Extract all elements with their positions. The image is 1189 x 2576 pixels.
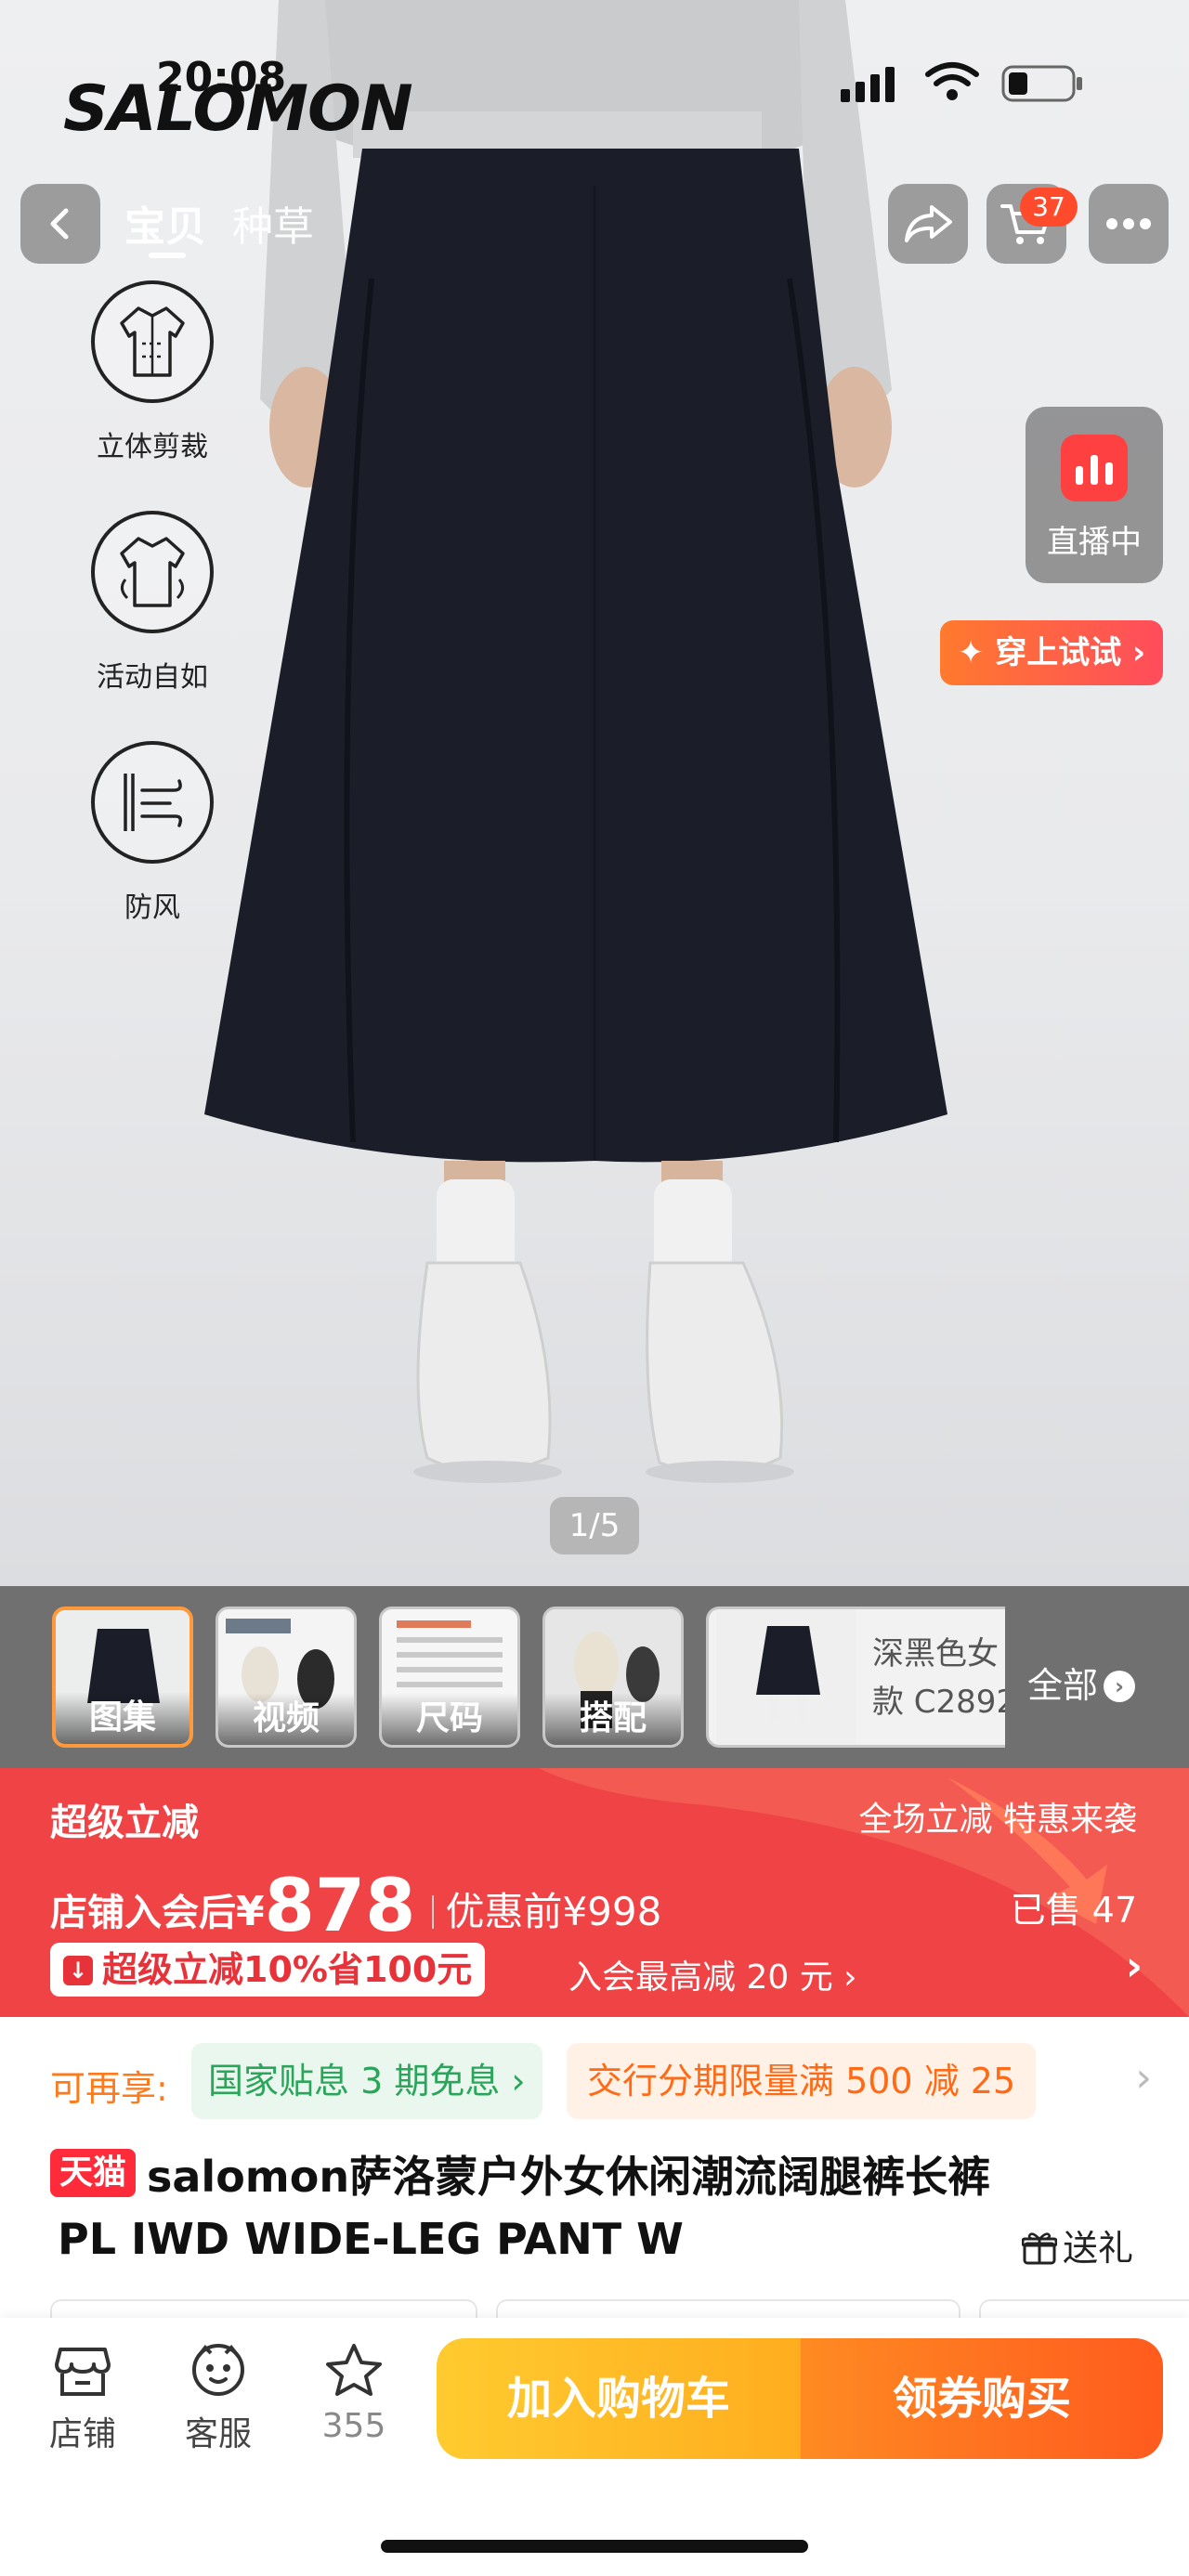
store-label: 店铺 <box>48 2415 116 2453</box>
variant-text: 深黑色女 款 C2892 <box>872 1630 1005 1726</box>
live-label: 直播中 <box>1047 524 1142 561</box>
store-icon <box>55 2348 111 2396</box>
product-title: salomon萨洛蒙户外女休闲潮流阔腿裤长裤 <box>147 2152 991 2202</box>
currency-symbol: ¥ <box>236 1888 265 1935</box>
view-all-label: 全部 <box>1027 1665 1099 1706</box>
gift-button[interactable]: 送礼 <box>1021 2219 1133 2270</box>
more-button[interactable] <box>1089 184 1169 264</box>
active-tab-indicator <box>149 253 186 258</box>
down-arrow-icon: ↓ <box>63 1956 93 1985</box>
national-subsidy-pill[interactable]: 国家贴息 3 期免息 › <box>191 2043 542 2119</box>
cellular-signal-icon <box>841 67 895 102</box>
chevron-right-icon: › <box>1104 1671 1136 1702</box>
thumb-label: 图集 <box>56 1692 189 1744</box>
gift-label: 送礼 <box>1062 2228 1133 2269</box>
tab-product[interactable]: 宝贝 <box>124 193 206 253</box>
tab-recommend[interactable]: 种草 <box>232 193 314 253</box>
benefits-label: 可再享: <box>50 2068 168 2109</box>
thumb-label: 尺码 <box>382 1693 517 1745</box>
share-button[interactable] <box>888 184 968 264</box>
price-divider <box>432 1895 435 1929</box>
discount-chip: ↓ 超级立减10%省100元 <box>50 1943 486 1997</box>
thumb-label: 视频 <box>218 1693 354 1745</box>
flexible-movement-icon <box>91 511 214 633</box>
service-label: 客服 <box>184 2415 252 2453</box>
battery-icon <box>1001 65 1082 102</box>
favorite-button[interactable]: 355 <box>303 2342 405 2445</box>
3d-cut-jacket-icon <box>91 280 214 403</box>
gallery-page-indicator: 1/5 <box>550 1497 639 1555</box>
variant-preview[interactable]: 深黑色女 款 C2892 <box>706 1607 1005 1748</box>
installment-pill[interactable]: 交行分期限量满 500 减 25 <box>567 2043 1037 2119</box>
feature-label: 防风 <box>124 891 180 924</box>
promo-title: 超级立减 <box>50 1802 199 1844</box>
try-on-button[interactable]: ✦ 穿上试试 › <box>940 620 1163 685</box>
tmall-badge: 天猫 <box>50 2149 137 2197</box>
customer-service-button[interactable]: 客服 <box>167 2342 269 2455</box>
feature-label: 立体剪裁 <box>97 431 208 463</box>
thumb-outfit[interactable]: 搭配 <box>542 1607 684 1748</box>
add-to-cart-button[interactable]: 加入购物车 <box>437 2338 801 2459</box>
variant-image <box>716 1609 856 1745</box>
wifi-icon <box>925 62 979 100</box>
variant-text-line2: 款 C2892 <box>872 1684 1005 1721</box>
thumb-video[interactable]: 视频 <box>216 1607 357 1748</box>
member-discount-link[interactable]: 入会最高减 20 元 › <box>568 1950 857 1998</box>
product-gallery[interactable]: 20:08 SALOMON 宝贝 种草 37 立体剪裁 活动自如 防风 直播中 … <box>0 0 1189 1586</box>
live-bars-icon <box>1061 435 1128 501</box>
favorite-count: 355 <box>321 2407 386 2445</box>
thumb-label: 搭配 <box>545 1693 681 1745</box>
cart-count-badge: 37 <box>1020 188 1078 227</box>
discount-chip-text: 超级立减10%省100元 <box>102 1949 473 1990</box>
thumb-size[interactable]: 尺码 <box>379 1607 520 1748</box>
thumb-gallery[interactable]: 图集 <box>52 1607 193 1748</box>
bottom-action-bar: 店铺 客服 355 加入购物车 领券购买 <box>0 2318 1189 2576</box>
feature-3d-cut: 立体剪裁 <box>89 280 216 464</box>
member-price: 878 <box>264 1865 416 1948</box>
chevron-left-icon <box>50 208 69 240</box>
chevron-right-icon[interactable]: › <box>1126 1943 1143 1990</box>
price-row: 店铺入会后¥878 优惠前¥998 <box>50 1865 661 1948</box>
product-title-line2: PL IWD WIDE-LEG PANT W <box>58 2214 684 2264</box>
gift-icon <box>1021 2232 1057 2265</box>
customer-service-icon <box>192 2344 244 2396</box>
home-indicator[interactable] <box>381 2540 808 2553</box>
chevron-right-icon[interactable]: › <box>1135 2054 1152 2101</box>
back-button[interactable] <box>20 184 100 264</box>
sold-count: 已售 47 <box>1010 1890 1137 1931</box>
variant-text-line1: 深黑色女 <box>872 1635 999 1672</box>
windproof-icon <box>91 741 214 864</box>
thumbnail-strip: 图集 视频 尺码 搭配 深黑色女 款 C2892 全部 › <box>0 1586 1189 1768</box>
product-title-section: 天猫 salomon萨洛蒙户外女休闲潮流阔腿裤长裤 PL IWD WIDE-LE… <box>0 2127 1189 2312</box>
star-icon <box>326 2344 382 2396</box>
promo-slogan: 全场立减 特惠来袭 <box>858 1801 1137 1839</box>
original-price: 优惠前¥998 <box>445 1889 662 1934</box>
more-dots-icon <box>1106 218 1151 229</box>
store-button[interactable]: 店铺 <box>32 2342 134 2455</box>
buy-with-coupon-button[interactable]: 领券购买 <box>801 2338 1163 2459</box>
feature-label: 活动自如 <box>97 661 208 694</box>
brand-logo: SALOMON <box>63 72 413 146</box>
live-stream-button[interactable]: 直播中 <box>1026 407 1163 583</box>
view-all-button[interactable]: 全部 › <box>1027 1657 1136 1708</box>
feature-flexible: 活动自如 <box>89 511 216 695</box>
feature-windproof: 防风 <box>89 741 216 925</box>
price-prefix: 店铺入会后 <box>50 1892 236 1934</box>
share-icon <box>905 205 952 242</box>
promo-banner[interactable]: 超级立减 全场立减 特惠来袭 店铺入会后¥878 优惠前¥998 已售 47 ↓ 超… <box>0 1768 1189 2017</box>
